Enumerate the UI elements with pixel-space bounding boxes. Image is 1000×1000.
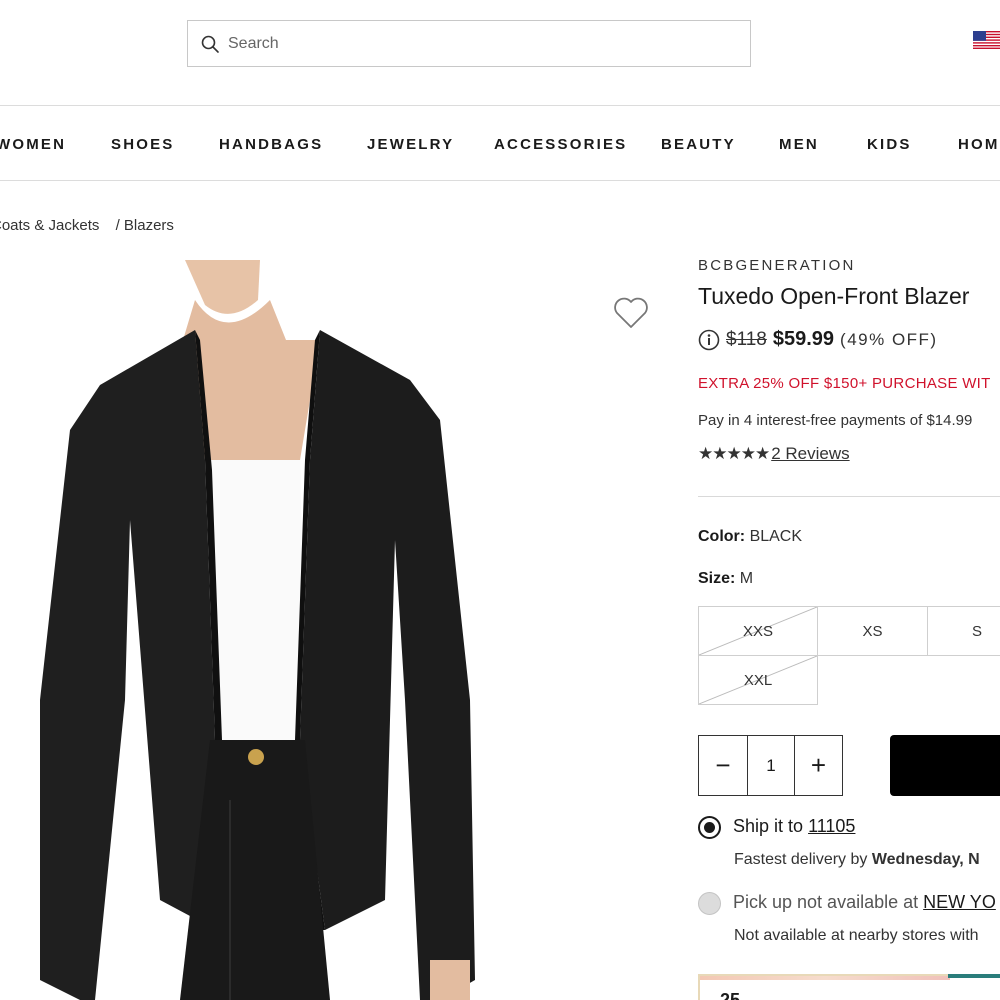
nav-item-shoes[interactable]: SHOES <box>111 136 175 153</box>
info-icon[interactable] <box>698 329 720 351</box>
nearby-stores-text: Not available at nearby stores with <box>734 927 979 944</box>
nav-item-women[interactable]: WOMEN <box>0 136 66 153</box>
product-image[interactable] <box>0 260 660 1000</box>
pickup-label: Pick up not available at <box>733 892 919 912</box>
rating-row: ★★★★★ 2 Reviews <box>698 444 850 464</box>
ship-radio[interactable] <box>698 816 721 839</box>
nav-item-home[interactable]: HOM <box>958 136 1000 153</box>
installments-text: Pay in 4 interest-free payments of $14.9… <box>698 412 973 429</box>
zip-link[interactable]: 11105 <box>808 816 855 836</box>
add-to-bag-button[interactable] <box>890 735 1000 796</box>
nav-item-kids[interactable]: KIDS <box>867 136 912 153</box>
size-value: M <box>739 570 754 587</box>
nav-item-handbags[interactable]: HANDBAGS <box>219 136 323 153</box>
sale-price: $59.99 <box>772 328 835 350</box>
price-row: $118 $59.99 (49% OFF) <box>698 328 938 351</box>
size-row: Size: M <box>698 570 753 588</box>
banner-text: 25 <box>720 990 741 1000</box>
nav-item-jewelry[interactable]: JEWELRY <box>367 136 454 153</box>
size-option-label: XS <box>862 622 883 640</box>
size-option-label: S <box>971 622 982 640</box>
breadcrumb: Coats & Jackets / Blazers <box>0 217 180 234</box>
pickup-radio[interactable] <box>698 892 721 915</box>
color-label: Color: <box>698 528 746 545</box>
pickup-option: Pick up not available at NEW YO <box>733 892 996 913</box>
nav-item-men[interactable]: MEN <box>779 136 819 153</box>
fastest-delivery: Fastest delivery by Wednesday, N <box>734 851 980 869</box>
product-title: Tuxedo Open-Front Blazer <box>698 283 970 309</box>
banner-stripe <box>700 976 950 980</box>
discount-percent: (49% OFF) <box>840 329 938 349</box>
store-link[interactable]: NEW YO <box>923 892 996 912</box>
color-row: Color: BLACK <box>698 528 802 546</box>
category-nav: WOMEN SHOES HANDBAGS JEWELRY ACCESSORIES… <box>0 105 1000 181</box>
divider <box>698 496 1000 497</box>
star-rating: ★★★★★ <box>698 444 770 463</box>
quantity-stepper: − 1 + <box>698 735 843 796</box>
quantity-increase-button[interactable]: + <box>795 736 842 795</box>
search-box[interactable] <box>187 20 751 67</box>
brand-name[interactable]: BCBGENERATION <box>698 257 856 274</box>
banner-accent <box>948 974 1000 978</box>
search-input[interactable] <box>228 34 708 53</box>
size-option-xs[interactable]: XS <box>817 606 928 656</box>
breadcrumb-blazers[interactable]: / Blazers <box>116 217 174 234</box>
fastest-value: Wednesday, N <box>871 851 980 868</box>
nav-item-beauty[interactable]: BEAUTY <box>661 136 736 153</box>
ship-option: Ship it to 11105 <box>733 816 855 837</box>
size-option-label: XXL <box>743 671 773 689</box>
fastest-label: Fastest delivery by <box>734 851 868 868</box>
quantity-value[interactable]: 1 <box>748 736 795 795</box>
size-label: Size: <box>698 570 736 587</box>
promo-message: EXTRA 25% OFF $150+ PURCHASE WIT <box>698 375 991 392</box>
size-option-xxl[interactable]: XXL <box>698 655 818 705</box>
quantity-decrease-button[interactable]: − <box>699 736 748 795</box>
site-header <box>0 0 1000 106</box>
search-icon <box>201 35 219 53</box>
reviews-link[interactable]: 2 Reviews <box>771 444 849 464</box>
ship-label: Ship it to <box>733 816 804 836</box>
heart-icon[interactable] <box>612 296 650 330</box>
us-flag-icon[interactable] <box>973 31 1000 49</box>
size-option-xxs[interactable]: XXS <box>698 606 818 656</box>
size-option-s[interactable]: S <box>927 606 1000 656</box>
original-price: $118 <box>726 328 767 350</box>
nav-item-accessories[interactable]: ACCESSORIES <box>494 136 627 153</box>
size-option-label: XXS <box>742 622 773 640</box>
breadcrumb-coats-jackets[interactable]: Coats & Jackets <box>0 217 99 234</box>
color-value: BLACK <box>749 528 803 545</box>
